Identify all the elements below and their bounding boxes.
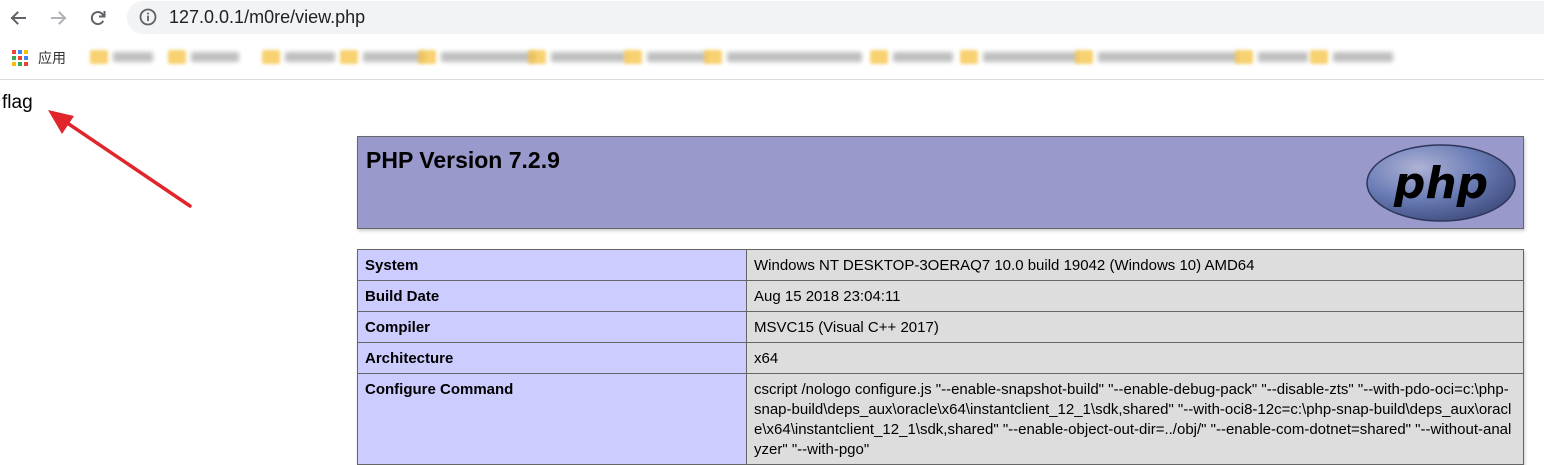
folder-icon [340,50,358,64]
bookmark-item-blurred[interactable] [1235,46,1308,68]
apps-grid-icon[interactable] [12,50,28,66]
url-text[interactable]: 127.0.0.1/m0re/view.php [169,6,365,28]
row-value: MSVC15 (Visual C++ 2017) [746,311,1524,343]
table-row: Build Date Aug 15 2018 23:04:11 [357,280,1524,312]
bookmark-item-blurred[interactable] [90,46,153,68]
back-button[interactable] [3,3,33,33]
arrow-left-icon [10,11,26,25]
folder-icon [528,50,546,64]
folder-icon [1235,50,1253,64]
row-key: Configure Command [357,373,747,465]
row-value: Aug 15 2018 23:04:11 [746,280,1524,312]
row-key: Build Date [357,280,747,312]
row-value: cscript /nologo configure.js "--enable-s… [746,373,1524,465]
phpinfo-table: System Windows NT DESKTOP-3OERAQ7 10.0 b… [357,249,1524,465]
bookmark-item-blurred[interactable] [168,46,239,68]
reload-icon [90,11,106,26]
folder-icon [704,50,722,64]
reload-button[interactable] [83,3,113,33]
row-key: System [357,249,747,281]
table-row: Compiler MSVC15 (Visual C++ 2017) [357,311,1524,343]
row-key: Architecture [357,342,747,374]
bookmark-item-blurred[interactable] [418,46,536,68]
folder-icon [168,50,186,64]
folder-icon [418,50,436,64]
bookmarks-bar: 应用 [0,36,1544,80]
table-row: System Windows NT DESKTOP-3OERAQ7 10.0 b… [357,249,1524,281]
php-logo-text: php [1393,158,1488,209]
folder-icon [1310,50,1328,64]
arrow-right-icon [51,11,67,25]
bookmark-item-blurred[interactable] [528,46,626,68]
folder-icon [624,50,642,64]
folder-icon [90,50,108,64]
row-value: Windows NT DESKTOP-3OERAQ7 10.0 build 19… [746,249,1524,281]
table-row: Configure Command cscript /nologo config… [357,373,1524,465]
php-logo-icon: php [1366,144,1516,222]
page-title: PHP Version 7.2.9 [366,147,560,173]
folder-icon [960,50,978,64]
bookmark-item-blurred[interactable] [870,46,953,68]
bookmark-item-blurred[interactable] [704,46,862,68]
info-circle-icon[interactable] [138,7,158,27]
bookmark-item-blurred[interactable] [262,46,335,68]
browser-toolbar: 127.0.0.1/m0re/view.php [0,0,1544,36]
bookmark-item-blurred[interactable] [960,46,1078,68]
php-version-header: PHP Version 7.2.9 php [357,136,1524,229]
bookmark-item-blurred[interactable] [1075,46,1238,68]
folder-icon [262,50,280,64]
address-bar[interactable]: 127.0.0.1/m0re/view.php [127,1,1544,34]
apps-shortcut-label[interactable]: 应用 [38,49,66,67]
bookmark-item-blurred[interactable] [624,46,707,68]
row-value: x64 [746,342,1524,374]
bookmark-item-blurred[interactable] [1310,46,1393,68]
folder-icon [870,50,888,64]
forward-button[interactable] [44,3,74,33]
bookmark-item-blurred[interactable] [340,46,425,68]
table-row: Architecture x64 [357,342,1524,374]
flag-text: flag [2,92,33,113]
red-annotation-arrow-icon [48,110,192,208]
row-key: Compiler [357,311,747,343]
folder-icon [1075,50,1093,64]
